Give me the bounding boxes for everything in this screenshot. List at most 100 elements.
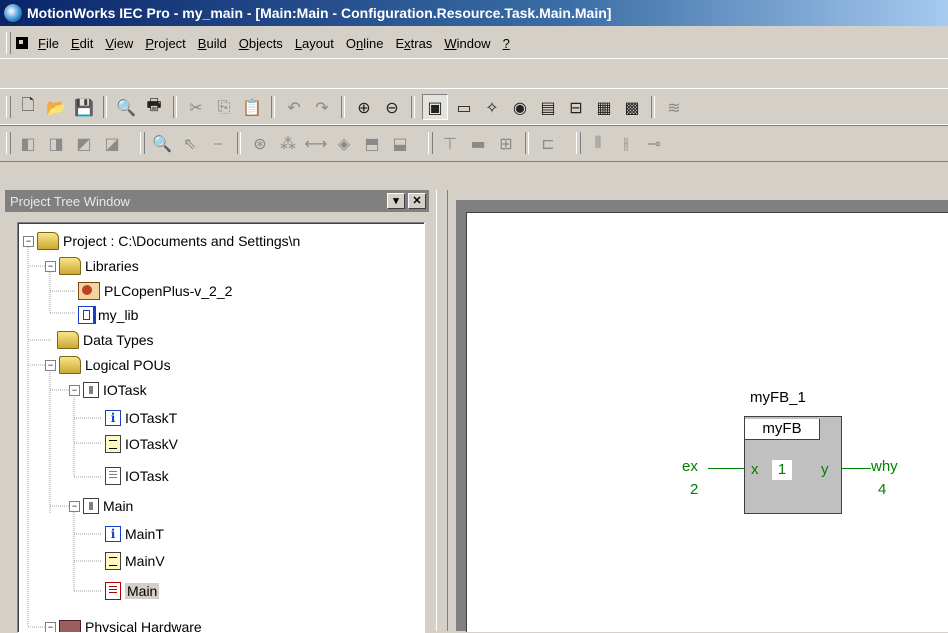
collapse-icon[interactable]: −: [69, 384, 80, 396]
insert-variable-icon[interactable]: ◩: [72, 131, 96, 155]
collapse-icon[interactable]: −: [23, 235, 34, 247]
return-icon[interactable]: ⬒: [360, 131, 384, 155]
panel-header[interactable]: Project Tree Window ▾ ✕: [5, 190, 429, 212]
ld-contact-icon[interactable]: ⫴: [586, 131, 610, 155]
collapse-icon[interactable]: −: [69, 500, 80, 512]
sfc-step-icon[interactable]: ⊤: [438, 131, 462, 155]
sfc-branch-icon[interactable]: ⊞: [494, 131, 518, 155]
zoom-glass-icon[interactable]: 🔍: [150, 131, 174, 155]
insert-function-icon[interactable]: ◨: [44, 131, 68, 155]
panel-close-icon[interactable]: ✕: [408, 193, 426, 209]
variable-icon[interactable]: ⊛: [248, 131, 272, 155]
logic-analyzer-icon[interactable]: ⊟: [564, 95, 588, 119]
magic-wand-icon[interactable]: ✧: [480, 95, 504, 119]
sfc-jump-icon[interactable]: ⊏: [536, 131, 560, 155]
cut-icon[interactable]: ✂: [184, 95, 208, 119]
menu-file[interactable]: File: [38, 36, 59, 51]
insert-fb-icon[interactable]: ◧: [16, 131, 40, 155]
find-replace-icon[interactable]: ≋: [662, 95, 686, 119]
output-wire[interactable]: [841, 468, 871, 469]
online-icon[interactable]: ◉: [508, 95, 532, 119]
tree-item-main-code[interactable]: Main: [105, 579, 160, 603]
collapse-icon[interactable]: −: [45, 359, 56, 371]
undo-icon[interactable]: ↶: [282, 95, 306, 119]
tree-item-logical-pous[interactable]: − Logical POUs: [45, 353, 171, 377]
tree-item-iotask-code[interactable]: IOTask: [105, 464, 169, 488]
menu-view[interactable]: View: [105, 36, 133, 51]
comment-icon[interactable]: ⁂: [276, 131, 300, 155]
window-title-bar[interactable]: MotionWorks IEC Pro - my_main - [Main:Ma…: [0, 0, 948, 26]
fb-instance-name[interactable]: myFB_1: [750, 389, 806, 406]
redo-icon[interactable]: ↷: [310, 95, 334, 119]
io-config-icon[interactable]: ▩: [620, 95, 644, 119]
open-folder-icon[interactable]: 📂: [44, 95, 68, 119]
ld-coil-icon[interactable]: ⫲: [614, 131, 638, 155]
tree-item-main[interactable]: − Main: [69, 494, 133, 518]
tree-item-iotask-description[interactable]: i IOTaskT: [105, 406, 177, 430]
tree-item-physical-hardware[interactable]: − Physical Hardware: [45, 615, 202, 632]
toolbar-grip[interactable]: [6, 96, 11, 118]
connector-icon[interactable]: ⟷: [304, 131, 328, 155]
paste-icon[interactable]: 📋: [240, 95, 264, 119]
fb-input-pin: x: [751, 461, 759, 478]
tree-item-label: IOTaskV: [125, 436, 178, 452]
watch-window-icon[interactable]: ▦: [592, 95, 616, 119]
menu-extras[interactable]: Extras: [395, 36, 432, 51]
jump-icon[interactable]: ◈: [332, 131, 356, 155]
tree-item-libraries[interactable]: − Libraries: [45, 254, 139, 278]
zoom-in-icon[interactable]: ⊕: [352, 95, 376, 119]
menu-layout[interactable]: Layout: [295, 36, 334, 51]
project-tree-toggle-icon[interactable]: ▣: [422, 94, 448, 120]
tree-item-label: Data Types: [83, 332, 154, 348]
menu-window[interactable]: Window: [444, 36, 490, 51]
menu-edit[interactable]: Edit: [71, 36, 93, 51]
input-wire[interactable]: [708, 468, 744, 469]
monitor-icon[interactable]: ▤: [536, 95, 560, 119]
app-logo-icon[interactable]: [3, 3, 23, 23]
toolbar-grip[interactable]: [6, 132, 11, 154]
menu-build[interactable]: Build: [198, 36, 227, 51]
standard-toolbar: 🗋 📂 💾 🔍 🖶 ✂ ⎘ 📋 ↶ ↷ ⊕ ⊖ ▣ ▭ ✧ ◉ ▤ ⊟ ▦ ▩ …: [0, 88, 948, 126]
fbd-editor-canvas[interactable]: myFB_1 myFB x 1 y ex 2 why 4: [466, 212, 948, 632]
label-icon[interactable]: ⬓: [388, 131, 412, 155]
print-preview-icon[interactable]: 🔍: [114, 95, 138, 119]
pointer-icon[interactable]: ⇖: [178, 131, 202, 155]
zoom-out-icon[interactable]: ⊖: [380, 95, 404, 119]
tree-item-main-description[interactable]: i MainT: [105, 522, 164, 546]
menu-online[interactable]: Online: [346, 36, 384, 51]
variables-icon: [105, 552, 121, 570]
ld-negated-contact-icon[interactable]: ⊸: [642, 131, 666, 155]
sfc-transition-icon[interactable]: ▬: [466, 131, 490, 155]
input-variable[interactable]: ex: [682, 458, 698, 475]
collapse-icon[interactable]: −: [45, 260, 56, 272]
editor-toolbar: ◧ ◨ ◩ ◪ 🔍 ⇖ ⎯ ⊛ ⁂ ⟷ ◈ ⬒ ⬓ ⊤ ▬ ⊞ ⊏ ⫴ ⫲ ⊸: [0, 124, 948, 162]
tree-item-main-variables[interactable]: MainV: [105, 549, 165, 573]
toolbar-grip[interactable]: [140, 132, 145, 154]
toolbar-grip[interactable]: [576, 132, 581, 154]
copy-icon[interactable]: ⎘: [212, 95, 236, 119]
panel-splitter[interactable]: [436, 190, 448, 631]
tree-item-my-lib[interactable]: my_lib: [78, 303, 138, 327]
document-menu-icon[interactable]: [16, 37, 28, 49]
save-icon[interactable]: 💾: [72, 95, 96, 119]
panel-dock-icon[interactable]: ▾: [387, 193, 405, 209]
menu-help[interactable]: ?: [503, 36, 510, 51]
print-icon[interactable]: 🖶: [142, 95, 166, 119]
output-variable[interactable]: why: [871, 458, 898, 475]
menu-project[interactable]: Project: [145, 36, 185, 51]
new-file-icon[interactable]: 🗋: [16, 95, 40, 119]
toolbar-separator: [103, 96, 107, 118]
message-window-icon[interactable]: ▭: [452, 95, 476, 119]
menubar-grip[interactable]: [6, 32, 11, 54]
tree-item-iotask-variables[interactable]: IOTaskV: [105, 432, 178, 456]
connection-line-icon[interactable]: ⎯: [206, 131, 230, 155]
tree-item-iotask[interactable]: − IOTask: [69, 378, 147, 402]
function-block[interactable]: myFB x 1 y: [744, 416, 842, 514]
tree-item-data-types[interactable]: Data Types: [57, 328, 154, 352]
tree-item-label: IOTask: [125, 468, 169, 484]
tree-item-project[interactable]: − Project : C:\Documents and Settings\n: [23, 229, 300, 253]
menu-objects[interactable]: Objects: [239, 36, 283, 51]
tree-item-plcopen-library[interactable]: PLCopenPlus-v_2_2: [78, 279, 232, 303]
insert-constant-icon[interactable]: ◪: [100, 131, 124, 155]
toolbar-grip[interactable]: [428, 132, 433, 154]
